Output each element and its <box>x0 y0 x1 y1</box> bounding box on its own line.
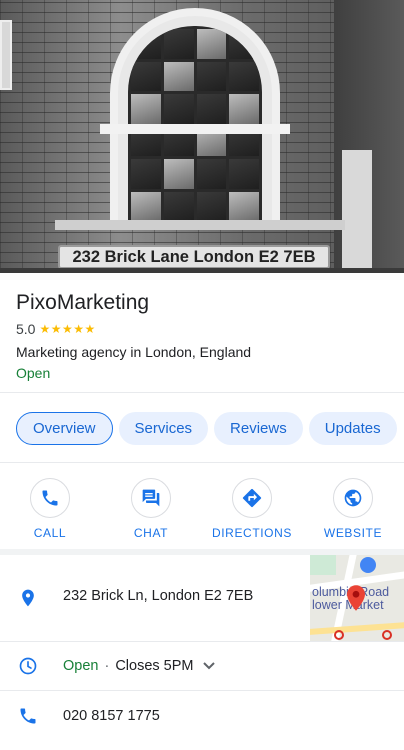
hours-separator: · <box>104 658 110 674</box>
globe-icon <box>344 489 362 507</box>
open-status: Open <box>16 365 51 381</box>
call-button[interactable]: CALL <box>0 478 100 540</box>
map-park <box>310 555 336 575</box>
tab-bar: Overview Services Reviews Updates <box>16 412 397 446</box>
hours-summary: Open · Closes 5PM <box>63 657 216 675</box>
neighbouring-building <box>334 0 404 273</box>
location-pin-icon <box>18 587 38 614</box>
directions-circle <box>232 478 272 518</box>
chat-label: CHAT <box>133 526 169 540</box>
address-text: 232 Brick Ln, London E2 7EB <box>63 588 254 604</box>
divider <box>0 392 404 393</box>
action-buttons: CALL CHAT DIRECTIONS WEBSITE <box>0 478 404 542</box>
place-category: Marketing agency in London, England <box>16 344 252 360</box>
call-circle <box>30 478 70 518</box>
left-window <box>0 20 12 90</box>
rating-row[interactable]: 5.0 ★★★★★ <box>16 320 396 338</box>
hours-open-status: Open <box>63 658 99 674</box>
call-label: CALL <box>33 526 67 540</box>
tab-updates[interactable]: Updates <box>308 412 397 445</box>
divider <box>0 690 404 691</box>
tab-overview[interactable]: Overview <box>16 412 113 445</box>
divider <box>0 641 404 642</box>
hero-photo[interactable]: 232 Brick Lane London E2 7EB <box>0 0 404 273</box>
directions-button[interactable]: DIRECTIONS <box>202 478 302 540</box>
website-label: WEBSITE <box>323 526 383 540</box>
chevron-down-icon[interactable] <box>202 659 216 675</box>
chat-icon <box>142 489 160 507</box>
directions-icon <box>242 488 262 508</box>
window-transom <box>100 124 290 134</box>
phone-icon <box>18 706 38 731</box>
website-circle <box>333 478 373 518</box>
transit-icon <box>382 630 392 640</box>
tab-reviews[interactable]: Reviews <box>214 412 303 445</box>
divider <box>0 462 404 463</box>
website-button[interactable]: WEBSITE <box>303 478 403 540</box>
phone-row[interactable]: 020 8157 1775 <box>0 692 404 742</box>
map-marker-icon <box>347 585 365 616</box>
rating-value: 5.0 <box>16 321 36 337</box>
chat-circle <box>131 478 171 518</box>
tab-services[interactable]: Services <box>118 412 209 445</box>
place-header: PixoMarketing 5.0 ★★★★★ Marketing agency… <box>16 288 396 383</box>
address-row[interactable]: 232 Brick Ln, London E2 7EB olumbia Road… <box>0 555 404 641</box>
map-thumbnail[interactable]: olumbia Road lower Market <box>310 555 404 641</box>
shopfront-edge <box>0 268 404 273</box>
place-name: PixoMarketing <box>16 291 150 314</box>
hours-row[interactable]: Open · Closes 5PM <box>0 643 404 689</box>
window-ledge <box>55 220 345 230</box>
transit-icon <box>334 630 344 640</box>
address-sign: 232 Brick Lane London E2 7EB <box>58 245 330 269</box>
chat-button[interactable]: CHAT <box>101 478 201 540</box>
directions-label: DIRECTIONS <box>211 526 292 540</box>
star-rating-icon: ★★★★★ <box>39 322 96 336</box>
phone-number: 020 8157 1775 <box>63 708 160 724</box>
phone-icon <box>42 490 58 506</box>
hours-closes: Closes 5PM <box>115 658 194 674</box>
clock-icon <box>18 656 38 681</box>
shopping-icon <box>360 557 376 573</box>
